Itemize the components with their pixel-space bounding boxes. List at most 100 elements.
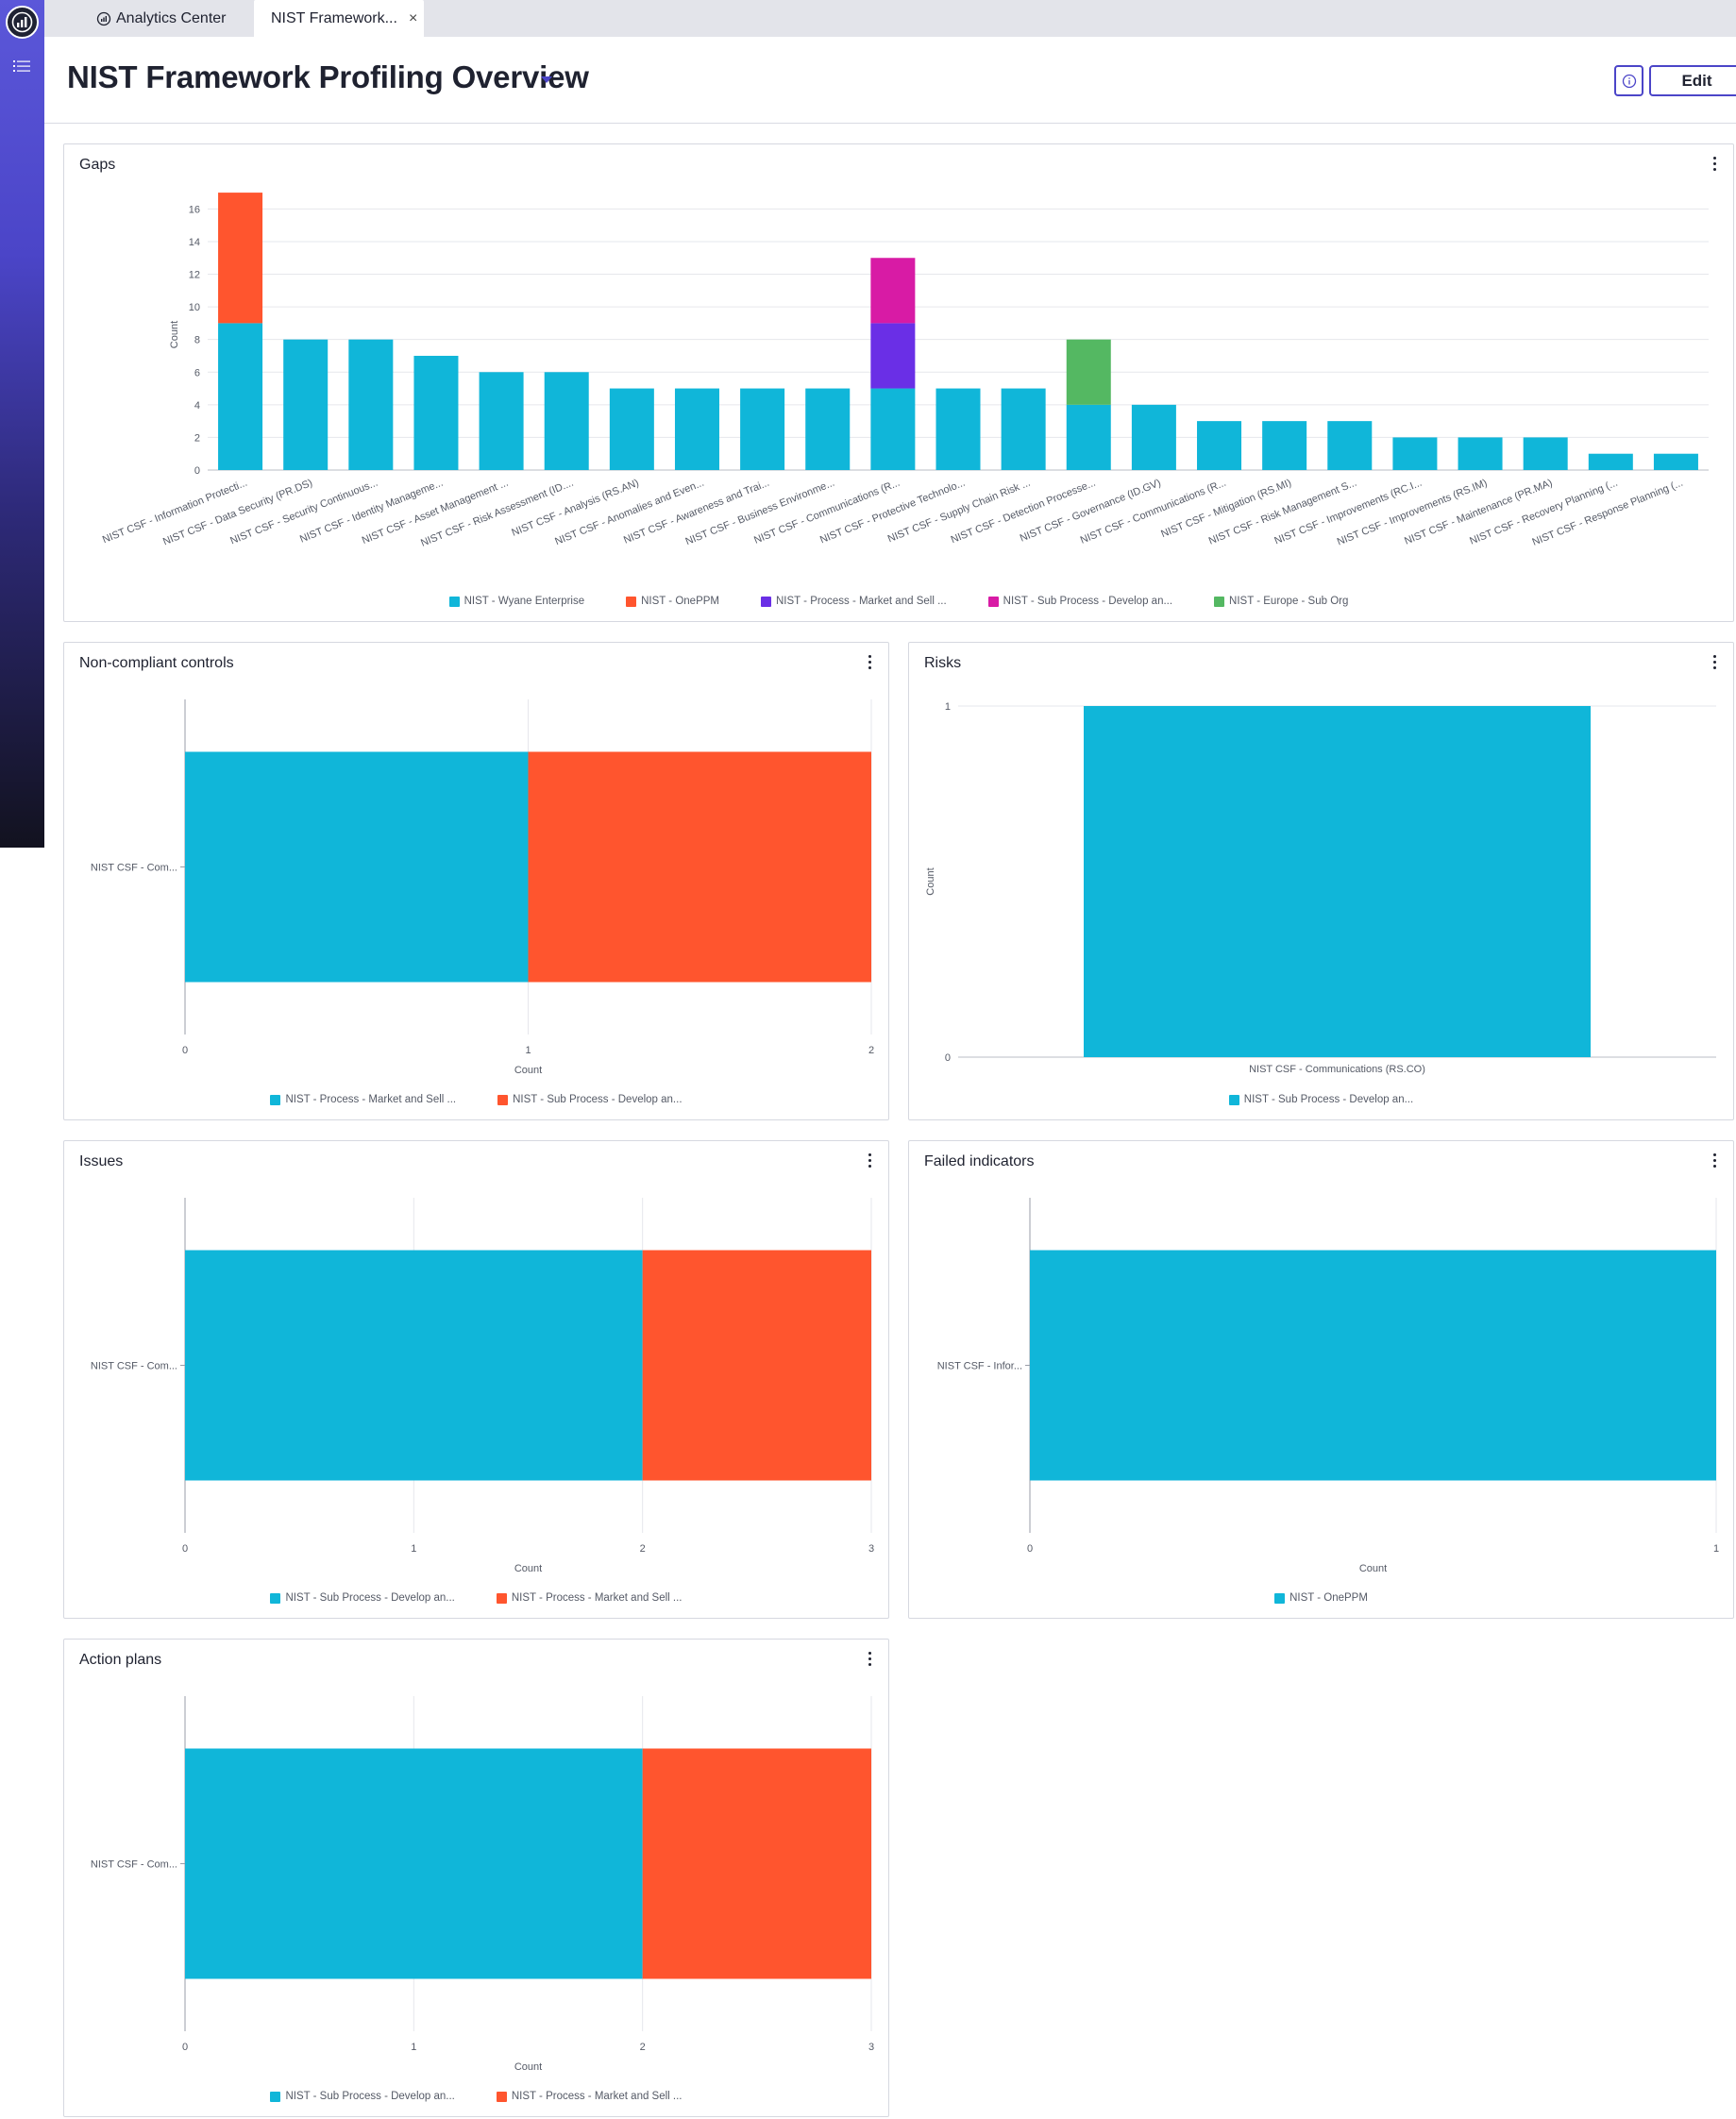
y-tick-label: 16 [189, 204, 200, 215]
legend-item[interactable]: NIST - Sub Process - Develop an... [497, 1094, 683, 1105]
legend-label: NIST - Sub Process - Develop an... [1003, 596, 1173, 607]
bar-segment [805, 388, 851, 470]
risks-chart: 0 1 Count NIST CSF - Communications (RS.CO) [925, 701, 1716, 1075]
legend-swatch [1214, 596, 1225, 607]
bar-segment [1588, 453, 1633, 470]
y-tick-label: 6 [194, 367, 200, 378]
tab-label: NIST Framework... [271, 9, 397, 26]
legend-item[interactable]: NIST - Process - Market and Sell ... [761, 596, 947, 607]
legend-swatch [626, 596, 637, 607]
close-icon[interactable]: × [409, 10, 417, 27]
y-axis-label: Count [925, 867, 936, 895]
legend-item[interactable]: NIST - OnePPM [626, 596, 719, 607]
y-tick-label: 8 [194, 335, 200, 346]
y-tick-label: 14 [189, 237, 200, 248]
bar-segment [642, 1250, 871, 1481]
legend-item[interactable]: NIST - Wyane Enterprise [448, 596, 585, 607]
legend-swatch [496, 1592, 507, 1604]
legend-item[interactable]: NIST - Sub Process - Develop an... [987, 596, 1173, 607]
info-button[interactable] [1614, 65, 1643, 96]
legend-label: NIST - Sub Process - Develop an... [1243, 1094, 1414, 1105]
panel-gaps: Gaps 0 2 4 6 8 10 12 14 16 Count NIST CSF - Inform… [63, 143, 1734, 622]
noncompliant-chart: 0 1 2 Count NIST CSF - Com... [91, 699, 874, 1076]
panel-failed-indicators: Failed indicators 0 1 Count NIST CSF - Info… [908, 1140, 1734, 1619]
legend-item[interactable]: NIST - Europe - Sub Org [1214, 596, 1348, 607]
y-tick-label: 0 [945, 1052, 951, 1064]
y-tick-label: NIST CSF - Infor... [937, 1361, 1022, 1372]
bar-segment [1066, 339, 1111, 405]
legend-swatch [496, 2091, 507, 2102]
legend-label: NIST - Sub Process - Develop an... [285, 1592, 455, 1604]
page-title: NIST Framework Profiling Overview [67, 59, 589, 94]
bar-segment [674, 388, 719, 470]
y-tick-label: 12 [189, 270, 200, 281]
legend-swatch [1274, 1592, 1286, 1604]
legend-label: NIST - Wyane Enterprise [463, 596, 585, 607]
bar-segment [185, 751, 529, 983]
legend-label: NIST - OnePPM [1289, 1592, 1368, 1604]
x-axis-label: Count [514, 1065, 542, 1076]
bar-segment [1262, 421, 1307, 470]
legend-item[interactable]: NIST - Process - Market and Sell ... [496, 2091, 683, 2102]
bar-segment [642, 1748, 871, 1979]
failed-indicators-chart: 0 1 Count NIST CSF - Infor... [937, 1198, 1719, 1574]
panel-action-plans: Action plans 0 1 2 3 Count NIST CSF - Com... … [63, 1639, 889, 2117]
legend-item[interactable]: NIST - Sub Process - Develop an... [270, 2091, 455, 2102]
panel-risks: Risks 0 1 Count NIST CSF - Communications (… [908, 642, 1734, 1120]
bar-segment [1392, 437, 1438, 470]
legend-swatch [987, 596, 999, 607]
legend-label: NIST - Sub Process - Develop an... [513, 1094, 683, 1105]
panel-noncompliant-controls: Non-compliant controls 0 1 2 Count NIST CSF … [63, 642, 889, 1120]
legend-label: NIST - Europe - Sub Org [1229, 596, 1349, 607]
legend-swatch [270, 1592, 281, 1604]
bar-segment [1197, 421, 1242, 470]
tab-analytics-center[interactable]: Analytics Center [96, 0, 227, 37]
legend-swatch [270, 2091, 281, 2102]
legend-item[interactable]: NIST - Process - Market and Sell ... [496, 1592, 683, 1604]
bar-segment [544, 372, 589, 470]
chart-legend: NIST - Wyane Enterprise NIST - OnePPM NIST… [64, 596, 1733, 607]
action-plans-chart: 0 1 2 3 Count NIST CSF - Com... [91, 1696, 874, 2073]
legend-swatch [497, 1094, 509, 1105]
bar-segment [218, 193, 263, 324]
y-tick-label: 2 [194, 432, 200, 444]
y-tick-label: 10 [189, 302, 200, 313]
chart-legend: NIST - Sub Process - Develop an... NIST -… [64, 2091, 888, 2102]
x-tick-label: 1 [1713, 1543, 1719, 1555]
tab-nist-framework[interactable]: NIST Framework... × [254, 0, 424, 37]
x-tick-label: 2 [640, 1543, 646, 1555]
y-tick-label: 4 [194, 400, 200, 412]
bar-segment [185, 1250, 643, 1481]
bar [1084, 706, 1591, 1057]
bar-segment [528, 751, 871, 983]
bar-segment [1327, 421, 1373, 470]
x-tick-label: 0 [182, 1045, 188, 1056]
legend-label: NIST - OnePPM [641, 596, 719, 607]
edit-button[interactable]: Edit [1649, 65, 1736, 96]
legend-item[interactable]: NIST - Process - Market and Sell ... [270, 1094, 456, 1105]
bar-segment [1653, 453, 1698, 470]
info-icon [1622, 74, 1636, 88]
chevron-down-icon[interactable] [541, 76, 552, 83]
legend-item[interactable]: NIST - Sub Process - Develop an... [1228, 1094, 1414, 1105]
tab-bar: Analytics Center NIST Framework... × [44, 0, 1736, 37]
legend-label: NIST - Process - Market and Sell ... [776, 596, 947, 607]
app-logo-icon[interactable] [6, 6, 39, 39]
legend-item[interactable]: NIST - Sub Process - Develop an... [270, 1592, 455, 1604]
y-tick-label: 0 [194, 465, 200, 477]
x-tick-label: NIST CSF - Communications (RS.CO) [1249, 1064, 1425, 1075]
bar-segment [1001, 388, 1046, 470]
legend-label: NIST - Process - Market and Sell ... [285, 1094, 457, 1105]
bar-segment [413, 355, 459, 470]
y-axis-label: Count [169, 321, 180, 348]
legend-label: NIST - Process - Market and Sell ... [511, 1592, 683, 1604]
bar-segment [348, 339, 394, 470]
bar-segment [740, 388, 785, 470]
bar-segment [935, 388, 981, 470]
bar-segment [609, 388, 654, 470]
legend-item[interactable]: NIST - OnePPM [1274, 1592, 1368, 1604]
page-header: NIST Framework Profiling Overview Edit [44, 37, 1736, 124]
analytics-icon [96, 11, 111, 25]
x-tick-label: 1 [411, 2042, 416, 2053]
menu-list-icon[interactable] [12, 59, 32, 74]
